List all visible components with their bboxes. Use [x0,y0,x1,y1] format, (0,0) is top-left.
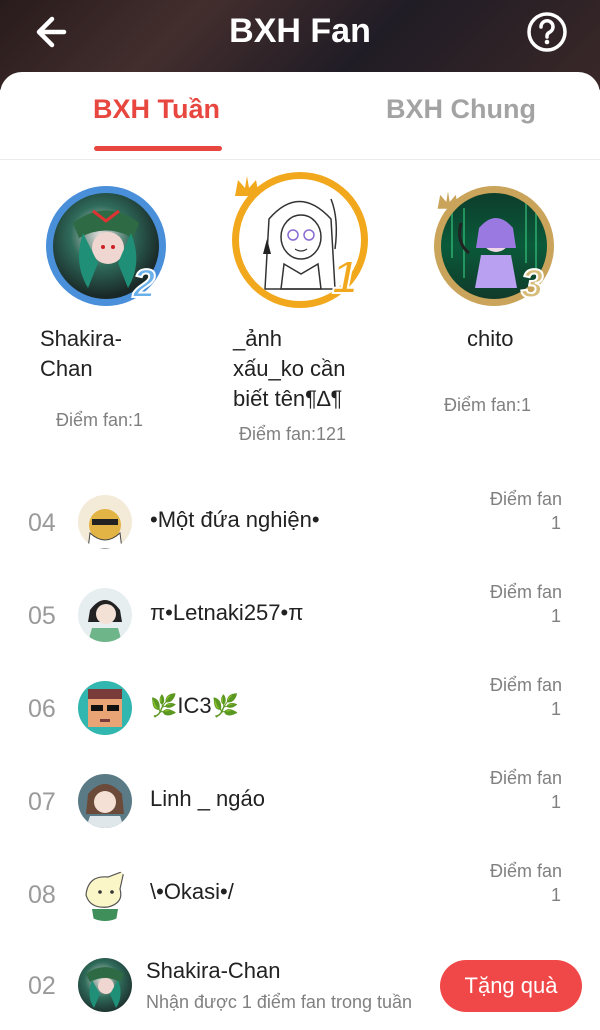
avatar[interactable] [78,867,132,921]
rank-badge-3: 3 [520,261,544,307]
user-name: •Một đứa nghiện• [150,507,320,532]
tab-bar: BXH Tuần BXH Chung [0,72,600,160]
podium-name-rank-2[interactable]: Shakira- Chan [40,324,122,384]
podium-score-rank-2: Điểm fan:1 [56,410,144,430]
podium-score-rank-3: Điểm fan:1 [444,395,532,415]
rank-badge-2: 2 [132,261,156,307]
active-tab-indicator [94,146,222,151]
rank-number: 08 [28,881,56,909]
my-rank-number: 02 [28,972,56,1000]
avatar-image [88,689,122,727]
list-item[interactable]: 08 \•Okasi•/ Điểm fan 1 [0,859,600,929]
score-value: 1 [550,885,561,905]
avatar-image [88,600,122,642]
avatar[interactable] [78,588,132,642]
help-button[interactable] [525,10,569,54]
question-circle-icon [527,12,567,52]
avatar[interactable] [78,495,132,549]
podium-score-rank-1: Điểm fan:121 [239,424,347,444]
score-value: 1 [550,513,561,533]
user-name: \•Okasi•/ [150,879,234,904]
podium-name-rank-1[interactable]: _ảnh xấu_ko cần biết tên¶∆¶ [233,324,346,414]
score-value: 1 [550,606,561,626]
rank-number: 07 [28,788,56,816]
avatar-image [87,509,123,549]
podium-name-rank-3[interactable]: chito [467,324,513,354]
avatar[interactable] [78,681,132,735]
score-label: Điểm fan [489,768,562,788]
avatar-image [85,870,125,921]
avatar-image [86,967,124,1008]
list-item[interactable]: 07 Linh _ ngáo Điểm fan 1 [0,766,600,836]
score-value: 1 [550,699,561,719]
score-label: Điểm fan [489,675,562,695]
page-title: BXH Fan [229,12,371,50]
score-value: 1 [550,792,561,812]
user-name: 🌿IC3🌿 [150,693,240,718]
score-label: Điểm fan [489,582,562,602]
score-label: Điểm fan [489,861,562,881]
rank-number: 04 [28,509,56,537]
rank-number: 06 [28,695,56,723]
tab-weekly-ranking[interactable]: BXH Tuần [93,94,220,125]
my-rank-bar: 02 Shakira-Chan Nhận được 1 điểm fan tro… [0,948,600,1030]
tab-general-ranking[interactable]: BXH Chung [386,94,536,125]
user-name: Linh _ ngáo [150,786,265,811]
my-score-description: Nhận được 1 điểm fan trong tuần [146,992,413,1012]
rank-number: 05 [28,602,56,630]
avatar[interactable] [78,774,132,828]
my-user-name: Shakira-Chan [146,958,281,983]
list-item[interactable]: 05 π•Letnaki257•π Điểm fan 1 [0,580,600,650]
score-label: Điểm fan [489,489,562,509]
avatar-image [86,784,124,828]
user-name: π•Letnaki257•π [150,600,304,625]
list-item[interactable]: 04 •Một đứa nghiện• Điểm fan 1 [0,487,600,557]
my-avatar[interactable] [78,958,132,1012]
list-item[interactable]: 06 🌿IC3🌿 Điểm fan 1 [0,673,600,743]
gift-button[interactable]: Tặng quà [440,960,582,1012]
rank-badge-1: 1 [331,250,359,304]
